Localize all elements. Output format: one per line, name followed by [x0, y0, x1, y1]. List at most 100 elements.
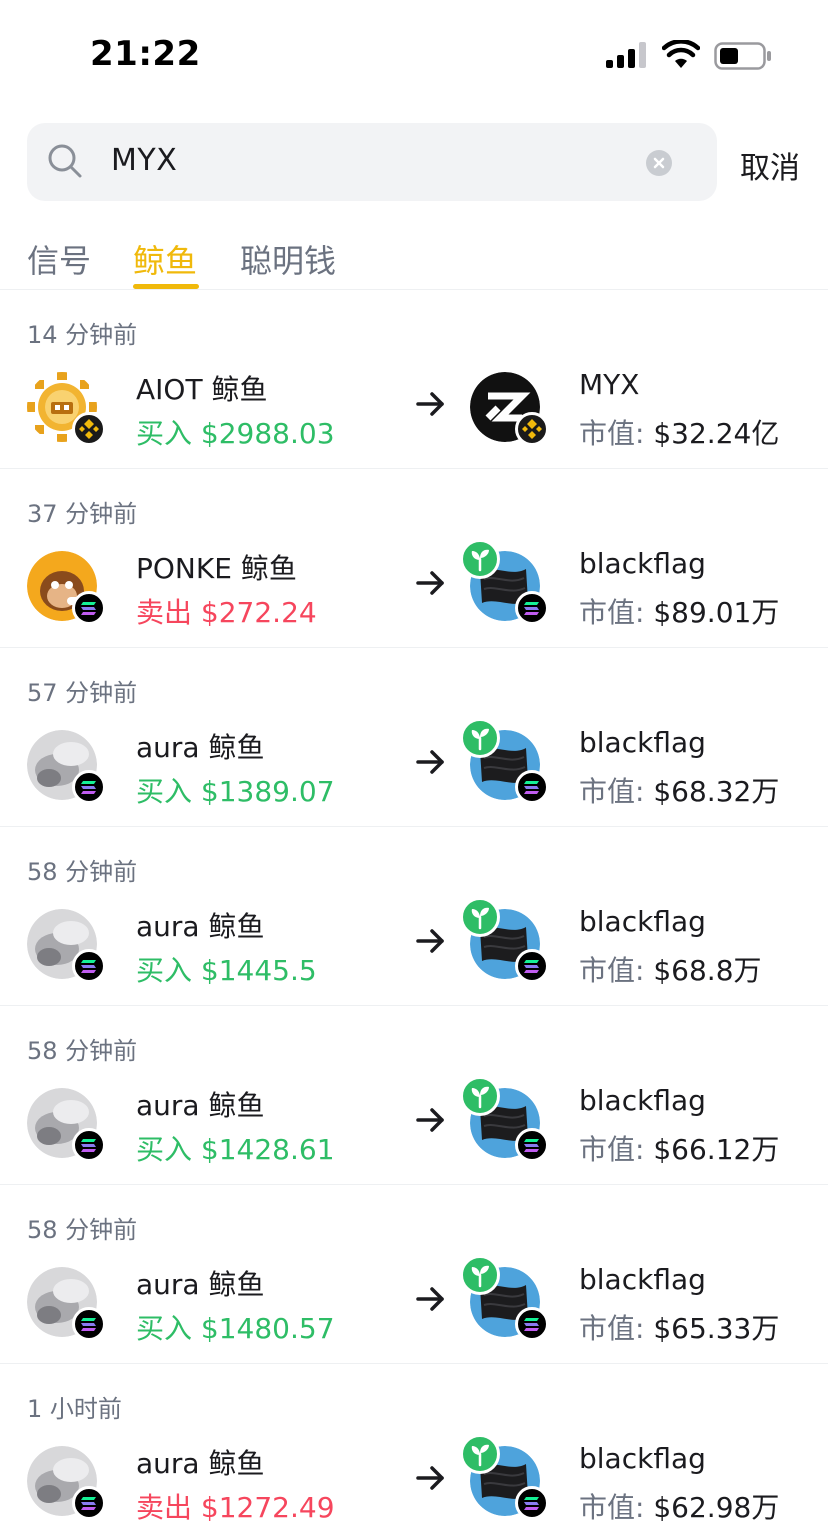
sprout-icon [460, 539, 500, 579]
market-cap: 市值: $62.98万 [579, 1486, 779, 1523]
list-item[interactable]: 58 分钟前 aura 鲸鱼 买入 $1445.5 blackflag 市值: … [0, 827, 828, 1006]
market-cap-label: 市值: [579, 1312, 645, 1345]
solana-chain-icon [515, 770, 549, 804]
trade-action: 买入 [136, 1133, 193, 1166]
token-name: MYX [579, 368, 640, 401]
time-label: 58 分钟前 [27, 1037, 138, 1065]
market-cap-label: 市值: [579, 417, 645, 450]
tab-whales[interactable]: 鲸鱼 [133, 236, 197, 282]
trade-amount: $1480.57 [200, 1312, 335, 1345]
whale-name: AIOT 鲸鱼 [136, 373, 268, 406]
arrow-right-icon [416, 750, 444, 774]
market-cap: 市值: $65.33万 [579, 1307, 779, 1347]
arrow-right-icon [416, 1108, 444, 1132]
solana-chain-icon [72, 1486, 106, 1520]
trade-action: 买入 [136, 775, 193, 808]
sprout-icon [460, 1255, 500, 1295]
market-cap-value: $68.8万 [653, 954, 762, 987]
list-item[interactable]: 1 小时前 aura 鲸鱼 卖出 $1272.49 blackflag 市值: … [0, 1364, 828, 1523]
search-bar[interactable]: MYX [27, 123, 717, 201]
status-bar: 21:22 [0, 0, 828, 110]
solana-chain-icon [515, 591, 549, 625]
trade-amount: $1389.07 [200, 775, 335, 808]
time-label: 57 分钟前 [27, 679, 138, 707]
solana-chain-icon [72, 1307, 106, 1341]
token-name: blackflag [579, 905, 706, 938]
tab-bar: 信号 鲸鱼 聪明钱 [0, 232, 828, 290]
time-label: 14 分钟前 [27, 321, 138, 349]
sprout-icon [460, 718, 500, 758]
list-item[interactable]: 57 分钟前 aura 鲸鱼 买入 $1389.07 blackflag 市值:… [0, 648, 828, 827]
solana-chain-icon [72, 591, 106, 625]
arrow-right-icon [416, 392, 444, 416]
whale-feed-list: 14 分钟前 AIOT 鲸鱼 买入 $2988.03 MYX 市值: $32.2… [0, 290, 828, 1523]
solana-chain-icon [515, 1486, 549, 1520]
time-label: 1 小时前 [27, 1395, 122, 1423]
solana-chain-icon [72, 949, 106, 983]
trade-action: 买入 [136, 1312, 193, 1345]
market-cap-label: 市值: [579, 954, 645, 987]
solana-chain-icon [515, 1307, 549, 1341]
token-name: blackflag [579, 1084, 706, 1117]
tab-smart-money[interactable]: 聪明钱 [240, 236, 336, 282]
trade-info: 卖出 $1272.49 [136, 1486, 335, 1523]
bnb-chain-icon [515, 412, 549, 446]
list-item[interactable]: 58 分钟前 aura 鲸鱼 买入 $1428.61 blackflag 市值:… [0, 1006, 828, 1185]
trade-info: 买入 $1428.61 [136, 1128, 335, 1168]
list-item[interactable]: 37 分钟前 PONKE 鲸鱼 卖出 $272.24 blackflag 市值:… [0, 469, 828, 648]
trade-info: 买入 $1389.07 [136, 770, 335, 810]
clear-search-icon[interactable] [646, 150, 672, 176]
sprout-icon [460, 1076, 500, 1116]
market-cap: 市值: $68.8万 [579, 949, 762, 989]
trade-action: 卖出 [136, 1491, 193, 1523]
market-cap-value: $66.12万 [653, 1133, 780, 1166]
whale-name: aura 鲸鱼 [136, 1089, 265, 1122]
solana-chain-icon [515, 949, 549, 983]
market-cap-value: $62.98万 [653, 1491, 780, 1523]
trade-amount: $1428.61 [200, 1133, 335, 1166]
cancel-button[interactable]: 取消 [740, 143, 800, 187]
market-cap: 市值: $89.01万 [579, 591, 779, 631]
time-label: 58 分钟前 [27, 858, 138, 886]
arrow-right-icon [416, 571, 444, 595]
solana-chain-icon [72, 1128, 106, 1162]
arrow-right-icon [416, 1466, 444, 1490]
list-item[interactable]: 14 分钟前 AIOT 鲸鱼 买入 $2988.03 MYX 市值: $32.2… [0, 290, 828, 469]
list-item[interactable]: 58 分钟前 aura 鲸鱼 买入 $1480.57 blackflag 市值:… [0, 1185, 828, 1364]
wifi-icon [662, 40, 700, 68]
market-cap-label: 市值: [579, 775, 645, 808]
market-cap-label: 市值: [579, 1491, 645, 1523]
market-cap: 市值: $68.32万 [579, 770, 779, 810]
whale-name: aura 鲸鱼 [136, 1447, 265, 1480]
sprout-icon [460, 1434, 500, 1474]
market-cap: 市值: $32.24亿 [579, 412, 779, 452]
trade-info: 卖出 $272.24 [136, 591, 317, 631]
tab-signals[interactable]: 信号 [27, 236, 91, 282]
token-name: blackflag [579, 547, 706, 580]
whale-name: aura 鲸鱼 [136, 1268, 265, 1301]
token-name: blackflag [579, 726, 706, 759]
whale-name: aura 鲸鱼 [136, 910, 265, 943]
whale-name: aura 鲸鱼 [136, 731, 265, 764]
arrow-right-icon [416, 929, 444, 953]
solana-chain-icon [515, 1128, 549, 1162]
bnb-chain-icon [72, 412, 106, 446]
token-name: blackflag [579, 1442, 706, 1475]
search-input[interactable]: MYX [111, 143, 177, 178]
cellular-signal-icon [606, 42, 646, 68]
time-label: 37 分钟前 [27, 500, 138, 528]
whale-name: PONKE 鲸鱼 [136, 552, 297, 585]
battery-icon [714, 42, 771, 70]
search-icon [48, 144, 82, 178]
market-cap-label: 市值: [579, 1133, 645, 1166]
market-cap-value: $68.32万 [653, 775, 780, 808]
market-cap-value: $32.24亿 [653, 417, 780, 450]
solana-chain-icon [72, 770, 106, 804]
trade-amount: $272.24 [200, 596, 317, 629]
trade-action: 买入 [136, 954, 193, 987]
trade-amount: $1272.49 [200, 1491, 335, 1523]
active-tab-indicator [133, 284, 199, 289]
trade-info: 买入 $1480.57 [136, 1307, 335, 1347]
arrow-right-icon [416, 1287, 444, 1311]
market-cap: 市值: $66.12万 [579, 1128, 779, 1168]
